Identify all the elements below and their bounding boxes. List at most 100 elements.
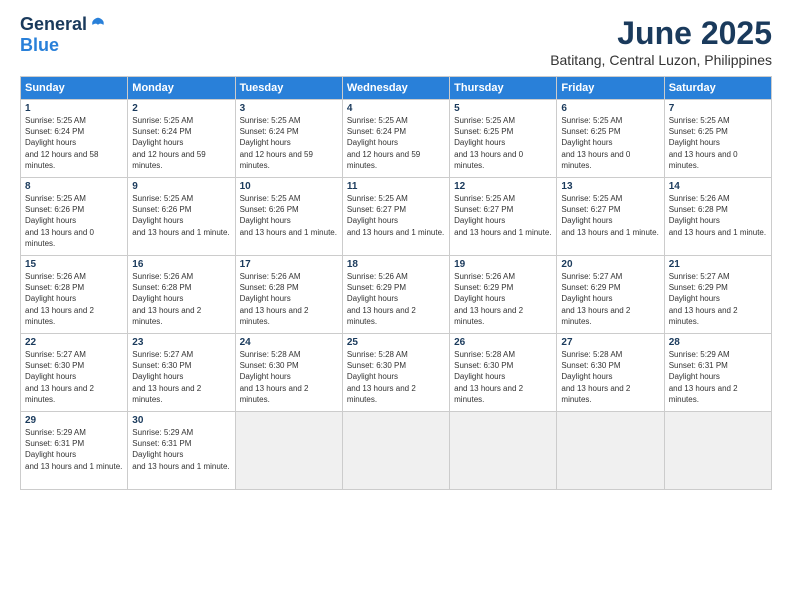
table-row: 24 Sunrise: 5:28 AMSunset: 6:30 PMDaylig… [235,334,342,412]
table-row: 20 Sunrise: 5:27 AMSunset: 6:29 PMDaylig… [557,256,664,334]
logo: General Blue [20,15,107,56]
col-sunday: Sunday [21,77,128,100]
table-row [235,412,342,490]
day-number: 28 [669,337,767,348]
calendar-week-row: 29 Sunrise: 5:29 AMSunset: 6:31 PMDaylig… [21,412,772,490]
logo-bird-icon [89,16,107,34]
day-info: Sunrise: 5:27 AMSunset: 6:30 PMDaylight … [132,350,201,404]
logo-text-blue: Blue [20,35,59,56]
table-row [450,412,557,490]
day-number: 24 [240,337,338,348]
day-info: Sunrise: 5:26 AMSunset: 6:28 PMDaylight … [132,272,201,326]
day-info: Sunrise: 5:25 AMSunset: 6:27 PMDaylight … [454,194,551,237]
day-info: Sunrise: 5:25 AMSunset: 6:24 PMDaylight … [25,116,98,170]
day-number: 20 [561,259,659,270]
day-info: Sunrise: 5:26 AMSunset: 6:28 PMDaylight … [240,272,309,326]
table-row: 3 Sunrise: 5:25 AMSunset: 6:24 PMDayligh… [235,100,342,178]
table-row: 10 Sunrise: 5:25 AMSunset: 6:26 PMDaylig… [235,178,342,256]
day-number: 23 [132,337,230,348]
table-row: 4 Sunrise: 5:25 AMSunset: 6:24 PMDayligh… [342,100,449,178]
day-number: 26 [454,337,552,348]
table-row: 18 Sunrise: 5:26 AMSunset: 6:29 PMDaylig… [342,256,449,334]
col-tuesday: Tuesday [235,77,342,100]
day-info: Sunrise: 5:27 AMSunset: 6:29 PMDaylight … [669,272,738,326]
day-number: 4 [347,103,445,114]
day-info: Sunrise: 5:29 AMSunset: 6:31 PMDaylight … [669,350,738,404]
table-row [557,412,664,490]
day-info: Sunrise: 5:28 AMSunset: 6:30 PMDaylight … [347,350,416,404]
day-number: 12 [454,181,552,192]
table-row: 22 Sunrise: 5:27 AMSunset: 6:30 PMDaylig… [21,334,128,412]
table-row [664,412,771,490]
table-row: 7 Sunrise: 5:25 AMSunset: 6:25 PMDayligh… [664,100,771,178]
location-title: Batitang, Central Luzon, Philippines [550,52,772,68]
day-number: 2 [132,103,230,114]
day-number: 10 [240,181,338,192]
day-info: Sunrise: 5:26 AMSunset: 6:28 PMDaylight … [669,194,766,237]
table-row: 11 Sunrise: 5:25 AMSunset: 6:27 PMDaylig… [342,178,449,256]
day-info: Sunrise: 5:25 AMSunset: 6:26 PMDaylight … [132,194,229,237]
day-info: Sunrise: 5:29 AMSunset: 6:31 PMDaylight … [132,428,229,471]
calendar-table: Sunday Monday Tuesday Wednesday Thursday… [20,76,772,490]
table-row: 30 Sunrise: 5:29 AMSunset: 6:31 PMDaylig… [128,412,235,490]
day-info: Sunrise: 5:25 AMSunset: 6:25 PMDaylight … [561,116,630,170]
day-number: 9 [132,181,230,192]
day-number: 17 [240,259,338,270]
calendar-week-row: 15 Sunrise: 5:26 AMSunset: 6:28 PMDaylig… [21,256,772,334]
table-row: 2 Sunrise: 5:25 AMSunset: 6:24 PMDayligh… [128,100,235,178]
table-row: 17 Sunrise: 5:26 AMSunset: 6:28 PMDaylig… [235,256,342,334]
day-number: 21 [669,259,767,270]
day-number: 14 [669,181,767,192]
day-info: Sunrise: 5:27 AMSunset: 6:29 PMDaylight … [561,272,630,326]
header: General Blue June 2025 Batitang, Central… [20,15,772,68]
day-info: Sunrise: 5:25 AMSunset: 6:26 PMDaylight … [25,194,94,248]
day-number: 15 [25,259,123,270]
table-row: 1 Sunrise: 5:25 AMSunset: 6:24 PMDayligh… [21,100,128,178]
day-number: 30 [132,415,230,426]
calendar-header-row: Sunday Monday Tuesday Wednesday Thursday… [21,77,772,100]
day-info: Sunrise: 5:25 AMSunset: 6:27 PMDaylight … [347,194,444,237]
table-row: 8 Sunrise: 5:25 AMSunset: 6:26 PMDayligh… [21,178,128,256]
title-block: June 2025 Batitang, Central Luzon, Phili… [550,15,772,68]
table-row: 5 Sunrise: 5:25 AMSunset: 6:25 PMDayligh… [450,100,557,178]
table-row: 14 Sunrise: 5:26 AMSunset: 6:28 PMDaylig… [664,178,771,256]
col-monday: Monday [128,77,235,100]
table-row: 6 Sunrise: 5:25 AMSunset: 6:25 PMDayligh… [557,100,664,178]
calendar-week-row: 8 Sunrise: 5:25 AMSunset: 6:26 PMDayligh… [21,178,772,256]
table-row: 19 Sunrise: 5:26 AMSunset: 6:29 PMDaylig… [450,256,557,334]
day-info: Sunrise: 5:28 AMSunset: 6:30 PMDaylight … [240,350,309,404]
table-row: 26 Sunrise: 5:28 AMSunset: 6:30 PMDaylig… [450,334,557,412]
table-row: 13 Sunrise: 5:25 AMSunset: 6:27 PMDaylig… [557,178,664,256]
day-number: 18 [347,259,445,270]
day-info: Sunrise: 5:27 AMSunset: 6:30 PMDaylight … [25,350,94,404]
day-info: Sunrise: 5:25 AMSunset: 6:25 PMDaylight … [669,116,738,170]
day-info: Sunrise: 5:29 AMSunset: 6:31 PMDaylight … [25,428,122,471]
day-info: Sunrise: 5:25 AMSunset: 6:24 PMDaylight … [347,116,420,170]
table-row: 29 Sunrise: 5:29 AMSunset: 6:31 PMDaylig… [21,412,128,490]
table-row: 28 Sunrise: 5:29 AMSunset: 6:31 PMDaylig… [664,334,771,412]
table-row [342,412,449,490]
day-info: Sunrise: 5:28 AMSunset: 6:30 PMDaylight … [561,350,630,404]
table-row: 16 Sunrise: 5:26 AMSunset: 6:28 PMDaylig… [128,256,235,334]
calendar-week-row: 1 Sunrise: 5:25 AMSunset: 6:24 PMDayligh… [21,100,772,178]
day-number: 1 [25,103,123,114]
day-info: Sunrise: 5:26 AMSunset: 6:29 PMDaylight … [454,272,523,326]
day-info: Sunrise: 5:25 AMSunset: 6:25 PMDaylight … [454,116,523,170]
table-row: 23 Sunrise: 5:27 AMSunset: 6:30 PMDaylig… [128,334,235,412]
day-number: 3 [240,103,338,114]
day-number: 27 [561,337,659,348]
day-info: Sunrise: 5:28 AMSunset: 6:30 PMDaylight … [454,350,523,404]
day-number: 6 [561,103,659,114]
day-number: 5 [454,103,552,114]
calendar-week-row: 22 Sunrise: 5:27 AMSunset: 6:30 PMDaylig… [21,334,772,412]
day-info: Sunrise: 5:25 AMSunset: 6:24 PMDaylight … [240,116,313,170]
logo-text-general: General [20,15,87,35]
table-row: 9 Sunrise: 5:25 AMSunset: 6:26 PMDayligh… [128,178,235,256]
table-row: 15 Sunrise: 5:26 AMSunset: 6:28 PMDaylig… [21,256,128,334]
table-row: 27 Sunrise: 5:28 AMSunset: 6:30 PMDaylig… [557,334,664,412]
table-row: 12 Sunrise: 5:25 AMSunset: 6:27 PMDaylig… [450,178,557,256]
day-info: Sunrise: 5:26 AMSunset: 6:29 PMDaylight … [347,272,416,326]
day-number: 16 [132,259,230,270]
day-number: 22 [25,337,123,348]
month-title: June 2025 [550,15,772,52]
